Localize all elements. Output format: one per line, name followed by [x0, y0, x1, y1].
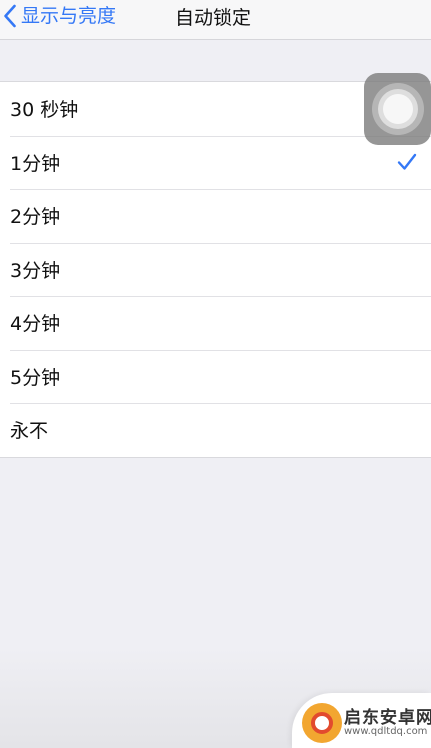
assistive-touch-icon[interactable] [364, 73, 431, 145]
checkmark-icon [397, 154, 417, 170]
chevron-left-icon [4, 4, 16, 28]
option-label: 4分钟 [10, 313, 61, 336]
navigation-bar: 显示与亮度 自动锁定 [0, 0, 431, 40]
option-3-minutes[interactable]: 3分钟 [0, 242, 431, 297]
back-button[interactable]: 显示与亮度 [0, 0, 116, 32]
option-1-minute[interactable]: 1分钟 [0, 135, 431, 190]
watermark-url: www.qdltdq.com [344, 726, 428, 737]
watermark-logo-icon [302, 703, 342, 743]
option-label: 5分钟 [10, 366, 61, 389]
back-button-label: 显示与亮度 [21, 4, 117, 27]
option-5-minutes[interactable]: 5分钟 [0, 349, 431, 404]
page-title: 自动锁定 [175, 6, 252, 29]
watermark-name: 启东安卓网 [344, 708, 431, 728]
option-label: 30 秒钟 [10, 99, 79, 122]
option-label: 2分钟 [10, 206, 61, 229]
option-label: 1分钟 [10, 152, 61, 175]
option-label: 永不 [10, 420, 49, 443]
option-2-minutes[interactable]: 2分钟 [0, 189, 431, 243]
option-never[interactable]: 永不 [0, 403, 431, 457]
site-watermark: 启东安卓网 www.qdltdq.com [292, 693, 431, 748]
option-label: 3分钟 [10, 259, 61, 282]
option-4-minutes[interactable]: 4分钟 [0, 296, 431, 350]
